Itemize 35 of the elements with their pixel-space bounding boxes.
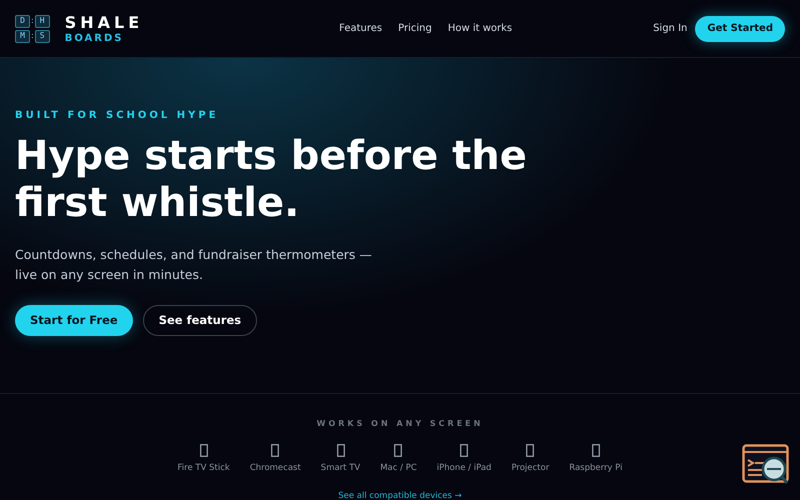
logo-key: M	[15, 30, 30, 42]
logo-separator: :	[31, 32, 34, 40]
device-label: Raspberry Pi	[569, 462, 622, 475]
compatible-devices-link[interactable]: See all compatible devices →	[338, 490, 462, 500]
device-icon	[336, 444, 344, 457]
devices-heading: WORKS ON ANY SCREEN	[316, 418, 484, 430]
device-label: Fire TV Stick	[178, 462, 230, 475]
hero-subtitle: Countdowns, schedules, and fundraiser thermometers — live on any screen in minutes.	[15, 246, 373, 284]
device-icon	[271, 444, 280, 457]
brand-name: SHALE	[64, 12, 144, 32]
get-started-button[interactable]: Get Started	[695, 16, 785, 42]
device-label: Projector	[511, 462, 550, 475]
device-label: Mac / PC	[380, 462, 417, 475]
device-icon	[200, 444, 208, 457]
brand-subtitle: BOARDS	[64, 32, 124, 44]
nav-link[interactable]: Pricing	[398, 21, 432, 36]
device-icon	[460, 444, 468, 457]
device-icon	[394, 444, 402, 457]
device-icon	[526, 444, 534, 457]
logo-key: H	[34, 14, 50, 28]
see-features-button[interactable]: See features	[142, 305, 258, 336]
sign-in-link[interactable]: Sign In	[653, 21, 688, 36]
logo-key: S	[34, 30, 50, 42]
nav-link[interactable]: Features	[339, 21, 382, 36]
logo-key: D	[15, 14, 30, 28]
device-label: Smart TV	[320, 462, 360, 475]
hero-eyebrow: BUILT FOR SCHOOL HYPE	[15, 109, 220, 123]
hero-title: Hype starts before the first whistle.	[15, 133, 528, 227]
inspect-window-icon[interactable]	[742, 444, 790, 486]
device-label: iPhone / iPad	[436, 462, 492, 475]
device-icon	[592, 444, 600, 457]
nav-link[interactable]: How it works	[448, 21, 512, 36]
logo-separator: :	[31, 17, 34, 25]
start-free-button[interactable]: Start for Free	[15, 305, 133, 336]
device-label: Chromecast	[250, 462, 301, 475]
